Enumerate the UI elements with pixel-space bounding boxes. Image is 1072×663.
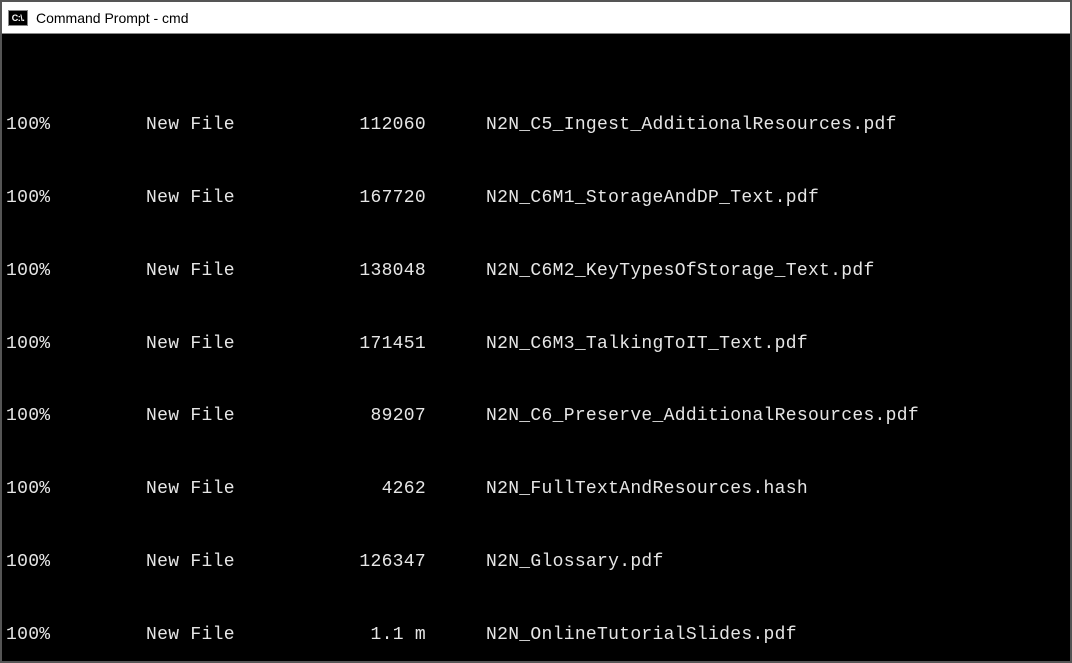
file-type: New File — [66, 332, 286, 356]
file-row: 100%New File126347N2N_Glossary.pdf — [6, 550, 1066, 574]
progress-pct: 100% — [6, 623, 66, 647]
file-name: N2N_C6M2_KeyTypesOfStorage_Text.pdf — [486, 259, 875, 283]
progress-pct: 100% — [6, 477, 66, 501]
file-name: N2N_FullTextAndResources.hash — [486, 477, 808, 501]
file-size: 89207 — [286, 404, 486, 428]
file-row: 100%New File171451N2N_C6M3_TalkingToIT_T… — [6, 332, 1066, 356]
file-size: 126347 — [286, 550, 486, 574]
file-name: N2N_C6_Preserve_AdditionalResources.pdf — [486, 404, 919, 428]
file-name: N2N_OnlineTutorialSlides.pdf — [486, 623, 797, 647]
file-name: N2N_C5_Ingest_AdditionalResources.pdf — [486, 113, 897, 137]
cmd-window: C:\. Command Prompt - cmd 100%New File11… — [0, 0, 1072, 663]
file-size: 138048 — [286, 259, 486, 283]
file-type: New File — [66, 550, 286, 574]
progress-pct: 100% — [6, 404, 66, 428]
file-type: New File — [66, 113, 286, 137]
titlebar[interactable]: C:\. Command Prompt - cmd — [2, 2, 1070, 34]
file-name: N2N_C6M1_StorageAndDP_Text.pdf — [486, 186, 819, 210]
window-title: Command Prompt - cmd — [36, 10, 188, 26]
file-row: 100%New File138048N2N_C6M2_KeyTypesOfSto… — [6, 259, 1066, 283]
file-type: New File — [66, 477, 286, 501]
file-type: New File — [66, 259, 286, 283]
file-size: 171451 — [286, 332, 486, 356]
cmd-icon: C:\. — [8, 10, 28, 26]
file-row: 100%New File167720N2N_C6M1_StorageAndDP_… — [6, 186, 1066, 210]
file-type: New File — [66, 186, 286, 210]
file-size: 4262 — [286, 477, 486, 501]
progress-pct: 100% — [6, 186, 66, 210]
progress-pct: 100% — [6, 332, 66, 356]
file-size: 1.1 m — [286, 623, 486, 647]
file-name: N2N_Glossary.pdf — [486, 550, 664, 574]
progress-pct: 100% — [6, 259, 66, 283]
file-row: 100%New File4262N2N_FullTextAndResources… — [6, 477, 1066, 501]
file-row: 100%New File89207N2N_C6_Preserve_Additio… — [6, 404, 1066, 428]
progress-pct: 100% — [6, 113, 66, 137]
file-size: 112060 — [286, 113, 486, 137]
file-type: New File — [66, 404, 286, 428]
file-type: New File — [66, 623, 286, 647]
terminal-output[interactable]: 100%New File112060N2N_C5_Ingest_Addition… — [2, 34, 1070, 661]
progress-pct: 100% — [6, 550, 66, 574]
file-row: 100%New File1.1 mN2N_OnlineTutorialSlide… — [6, 623, 1066, 647]
file-row: 100%New File112060N2N_C5_Ingest_Addition… — [6, 113, 1066, 137]
file-name: N2N_C6M3_TalkingToIT_Text.pdf — [486, 332, 808, 356]
file-size: 167720 — [286, 186, 486, 210]
